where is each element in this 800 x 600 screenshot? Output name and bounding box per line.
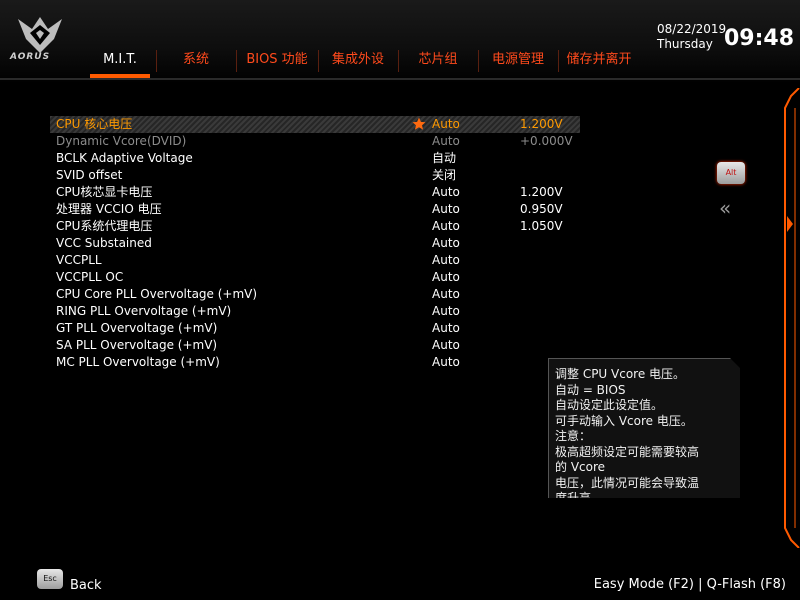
weekday-text: Thursday bbox=[657, 37, 713, 51]
setting-label: 处理器 VCCIO 电压 bbox=[56, 202, 162, 216]
header-bar: AORUS M.I.T. 系统 BIOS 功能 集成外设 芯片组 电源管理 储存… bbox=[0, 0, 800, 84]
setting-value: Auto bbox=[432, 321, 460, 335]
setting-value: Auto bbox=[432, 270, 460, 284]
help-line: 自动设定此设定值。 bbox=[555, 398, 664, 412]
back-label[interactable]: Back bbox=[70, 578, 102, 593]
setting-label: VCC Substained bbox=[56, 236, 152, 250]
tab-separator bbox=[156, 50, 157, 72]
setting-row-system-agent[interactable]: CPU系统代理电压 Auto 1.050V bbox=[50, 218, 580, 235]
setting-row-vccpll[interactable]: VCCPLL Auto bbox=[50, 252, 580, 269]
setting-value: 关闭 bbox=[432, 168, 457, 182]
setting-row-vccpll-oc[interactable]: VCCPLL OC Auto bbox=[50, 269, 580, 286]
setting-readout: 0.950V bbox=[520, 202, 563, 216]
help-panel: 调整 CPU Vcore 电压。 自动 = BIOS 自动设定此设定值。 可手动… bbox=[548, 358, 740, 498]
setting-value: 自动 bbox=[432, 151, 457, 165]
setting-row-gt-pll[interactable]: GT PLL Overvoltage (+mV) Auto bbox=[50, 320, 580, 337]
setting-value: Auto bbox=[432, 338, 460, 352]
footer-bar: Esc Back Easy Mode (F2) | Q-Flash (F8) bbox=[0, 560, 800, 600]
help-line: 调整 CPU Vcore 电压。 bbox=[555, 367, 686, 381]
tab-system[interactable]: 系统 bbox=[158, 44, 234, 80]
setting-label: GT PLL Overvoltage (+mV) bbox=[56, 321, 218, 335]
tab-chipset[interactable]: 芯片组 bbox=[400, 44, 476, 80]
tab-peripherals[interactable]: 集成外设 bbox=[320, 44, 396, 80]
setting-label: CPU系统代理电压 bbox=[56, 219, 153, 233]
side-panel-handle[interactable] bbox=[781, 88, 800, 548]
setting-label: MC PLL Overvoltage (+mV) bbox=[56, 355, 220, 369]
tab-separator bbox=[236, 50, 237, 72]
help-line: 注意： bbox=[555, 429, 592, 443]
setting-value: Auto bbox=[432, 253, 460, 267]
setting-row-sa-pll[interactable]: SA PLL Overvoltage (+mV) Auto bbox=[50, 337, 580, 354]
expand-arrow-icon bbox=[787, 216, 793, 232]
setting-label: CPU 核心电压 bbox=[56, 117, 133, 131]
setting-label: BCLK Adaptive Voltage bbox=[56, 151, 193, 165]
setting-value: Auto bbox=[432, 185, 460, 199]
help-line: 电压，此情况可能会导致温 bbox=[555, 475, 700, 490]
setting-row-cpu-vcore[interactable]: CPU 核心电压 Auto 1.200V bbox=[50, 116, 580, 133]
setting-value: Auto bbox=[432, 202, 460, 216]
header-divider bbox=[0, 78, 800, 80]
help-line: 的 Vcore bbox=[555, 460, 606, 474]
setting-row-bclk-adaptive[interactable]: BCLK Adaptive Voltage 自动 bbox=[50, 150, 580, 167]
tab-separator bbox=[478, 50, 479, 72]
alt-key-button[interactable]: Alt bbox=[717, 162, 745, 184]
setting-label: VCCPLL bbox=[56, 253, 102, 267]
setting-label: RING PLL Overvoltage (+mV) bbox=[56, 304, 232, 318]
setting-row-vccio[interactable]: 处理器 VCCIO 电压 Auto 0.950V bbox=[50, 201, 580, 218]
setting-value: Auto bbox=[432, 236, 460, 250]
brand-logo-text: AORUS bbox=[10, 52, 51, 62]
help-line: 极高超频设定可能需要较高 bbox=[555, 444, 700, 459]
tab-separator bbox=[318, 50, 319, 72]
setting-value: Auto bbox=[432, 134, 460, 148]
mode-shortcuts[interactable]: Easy Mode (F2) | Q-Flash (F8) bbox=[594, 577, 786, 592]
setting-row-cpu-core-pll[interactable]: CPU Core PLL Overvoltage (+mV) Auto bbox=[50, 286, 580, 303]
setting-row-vcc-substained[interactable]: VCC Substained Auto bbox=[50, 235, 580, 252]
setting-value: Auto bbox=[432, 219, 460, 233]
setting-value: Auto bbox=[432, 304, 460, 318]
help-line: 可手动输入 Vcore 电压。 bbox=[555, 413, 693, 428]
setting-readout: 1.200V bbox=[520, 185, 563, 199]
clock-time: 09:48 bbox=[724, 26, 795, 51]
setting-label: VCCPLL OC bbox=[56, 270, 124, 284]
date-display: 08/22/2019 Thursday bbox=[657, 22, 726, 52]
setting-readout: 1.050V bbox=[520, 219, 563, 233]
setting-value: Auto bbox=[432, 355, 460, 369]
setting-readout: +0.000V bbox=[520, 134, 573, 148]
tab-power[interactable]: 电源管理 bbox=[480, 44, 556, 80]
setting-label: CPU核芯显卡电压 bbox=[56, 185, 153, 199]
setting-readout: 1.200V bbox=[520, 117, 563, 131]
setting-row-igpu-voltage[interactable]: CPU核芯显卡电压 Auto 1.200V bbox=[50, 184, 580, 201]
tab-separator bbox=[558, 50, 559, 72]
esc-key-button[interactable]: Esc bbox=[37, 569, 63, 589]
tab-mit[interactable]: M.I.T. bbox=[86, 44, 154, 80]
setting-label: Dynamic Vcore(DVID) bbox=[56, 134, 187, 148]
favorite-star-icon[interactable] bbox=[412, 117, 426, 131]
tab-separator bbox=[398, 50, 399, 72]
setting-row-ring-pll[interactable]: RING PLL Overvoltage (+mV) Auto bbox=[50, 303, 580, 320]
setting-row-mc-pll[interactable]: MC PLL Overvoltage (+mV) Auto bbox=[50, 354, 580, 371]
date-text: 08/22/2019 bbox=[657, 22, 727, 36]
tab-bios-features[interactable]: BIOS 功能 bbox=[238, 44, 316, 80]
setting-label: SVID offset bbox=[56, 168, 123, 182]
help-line: 自动 = BIOS bbox=[555, 382, 626, 397]
help-line: 度升高。 bbox=[555, 491, 604, 505]
double-chevron-left-icon[interactable]: « bbox=[719, 196, 731, 220]
setting-label: CPU Core PLL Overvoltage (+mV) bbox=[56, 287, 258, 301]
setting-label: SA PLL Overvoltage (+mV) bbox=[56, 338, 218, 352]
setting-value: Auto bbox=[432, 287, 460, 301]
setting-row-dvid[interactable]: Dynamic Vcore(DVID) Auto +0.000V bbox=[50, 133, 580, 150]
setting-value: Auto bbox=[432, 117, 460, 131]
setting-row-svid-offset[interactable]: SVID offset 关闭 bbox=[50, 167, 580, 184]
tab-save-exit[interactable]: 储存并离开 bbox=[560, 44, 638, 80]
